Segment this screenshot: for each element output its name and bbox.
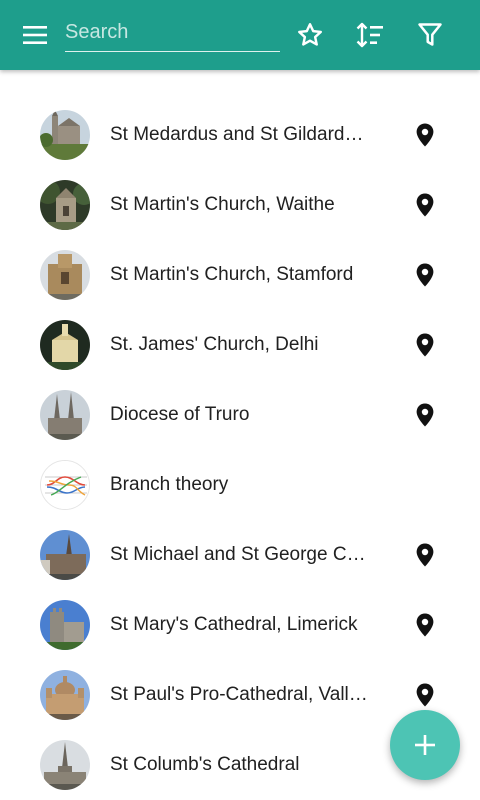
thumbnail [40,740,90,790]
list-item[interactable]: St Michael and St George C… [0,520,480,590]
diagram-image [41,461,89,509]
location-button[interactable] [413,612,437,638]
item-title: St Michael and St George C… [110,544,366,565]
thumbnail [40,320,90,370]
search-input[interactable] [65,14,280,50]
location-button[interactable] [413,192,437,218]
filter-button[interactable] [408,13,452,57]
list-item[interactable]: St Medardus and St Gildard… [0,100,480,170]
sort-icon [356,22,383,48]
star-outline-icon [298,23,322,46]
list-item[interactable]: St Martin's Church, Waithe [0,170,480,240]
church-photo [40,320,90,370]
map-pin-icon [416,333,434,357]
cathedral-photo [40,390,90,440]
list-item[interactable]: Branch theory [0,450,480,520]
thumbnail [40,460,90,510]
map-pin-icon [416,403,434,427]
thumbnail [40,180,90,230]
search-field [65,14,280,52]
favorites-button[interactable] [288,13,332,57]
menu-button[interactable] [13,13,57,57]
map-pin-icon [416,193,434,217]
map-pin-icon [416,613,434,637]
item-title: St Columb's Cathedral [110,754,300,775]
cathedral-photo [40,530,90,580]
map-pin-icon [416,263,434,287]
item-title: Diocese of Truro [110,404,250,425]
add-button[interactable] [390,710,460,780]
map-pin-icon [416,543,434,567]
item-title: St Martin's Church, Waithe [110,194,335,215]
location-button[interactable] [413,402,437,428]
location-button[interactable] [413,122,437,148]
list-item[interactable]: St. James' Church, Delhi [0,310,480,380]
church-photo [40,250,90,300]
church-photo [40,180,90,230]
item-title: St Medardus and St Gildard… [110,124,364,145]
results-list: St Medardus and St Gildard… St Martin's … [0,100,480,800]
map-pin-icon [416,123,434,147]
list-item[interactable]: St Martin's Church, Stamford [0,240,480,310]
location-button[interactable] [413,682,437,708]
cathedral-photo [40,670,90,720]
map-pin-icon [416,683,434,707]
thumbnail [40,110,90,160]
filter-icon [418,23,442,46]
item-title: St Paul's Pro-Cathedral, Vall… [110,684,368,705]
thumbnail [40,390,90,440]
thumbnail [40,530,90,580]
menu-icon [23,26,47,44]
thumbnail [40,250,90,300]
thumbnail [40,670,90,720]
plus-icon [415,735,435,755]
location-button[interactable] [413,332,437,358]
app-toolbar [0,0,480,70]
location-button[interactable] [413,262,437,288]
location-button[interactable] [413,542,437,568]
item-title: St. James' Church, Delhi [110,334,319,355]
item-title: Branch theory [110,474,229,495]
sort-button[interactable] [348,13,392,57]
thumbnail [40,600,90,650]
cathedral-photo [40,740,90,790]
church-photo [40,110,90,160]
cathedral-photo [40,600,90,650]
item-title: St Mary's Cathedral, Limerick [110,614,358,635]
list-item[interactable]: Diocese of Truro [0,380,480,450]
item-title: St Martin's Church, Stamford [110,264,354,285]
list-item[interactable]: St Mary's Cathedral, Limerick [0,590,480,660]
